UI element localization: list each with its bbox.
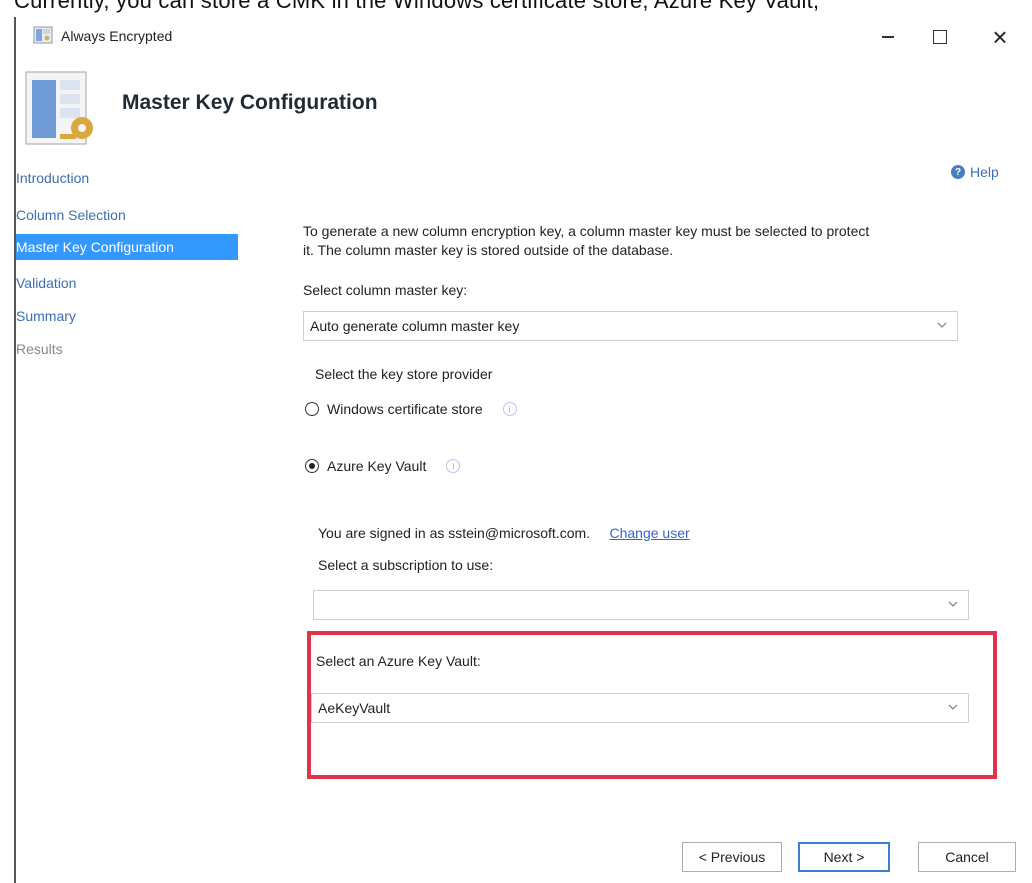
info-icon[interactable]: i bbox=[446, 459, 461, 473]
description-text: To generate a new column encryption key,… bbox=[303, 222, 1023, 260]
nav-item-label: Introduction bbox=[16, 170, 90, 186]
radio-button[interactable] bbox=[305, 402, 319, 416]
title-bar: Always Encrypted × bbox=[16, 17, 1032, 57]
provider-label: Select the key store provider bbox=[315, 366, 493, 382]
window-title: Always Encrypted bbox=[61, 28, 173, 44]
radio-button-selected[interactable] bbox=[305, 459, 319, 473]
nav-item-label: Validation bbox=[16, 275, 77, 291]
wizard-key-icon bbox=[25, 71, 93, 145]
cmk-select[interactable]: Auto generate column master key bbox=[303, 311, 958, 341]
description-line-1: To generate a new column encryption key,… bbox=[303, 223, 870, 239]
nav-item-validation[interactable]: Validation bbox=[16, 270, 238, 296]
close-icon: × bbox=[992, 21, 1008, 52]
radio-label: Azure Key Vault bbox=[327, 458, 427, 474]
nav-item-label: Summary bbox=[16, 308, 76, 324]
minimize-button[interactable] bbox=[866, 17, 910, 57]
vault-select-value: AeKeyVault bbox=[318, 700, 391, 716]
help-label: Help bbox=[970, 164, 999, 180]
nav-item-introduction[interactable]: Introduction bbox=[16, 165, 238, 191]
app-icon bbox=[33, 26, 53, 44]
nav-item-master-key-configuration[interactable]: Master Key Configuration bbox=[16, 234, 238, 260]
next-button[interactable]: Next > bbox=[798, 842, 890, 872]
radio-azure-key-vault[interactable]: Azure Key Vault i bbox=[305, 458, 461, 474]
chevron-down-icon bbox=[948, 601, 958, 607]
vault-select[interactable]: AeKeyVault bbox=[311, 693, 969, 723]
help-icon: ? bbox=[951, 165, 965, 179]
wizard-window: Always Encrypted × Master Key Configurat… bbox=[14, 17, 1032, 883]
chevron-down-icon bbox=[937, 322, 947, 328]
caption-text: Currently, you can store a CMK in the Wi… bbox=[14, 0, 820, 13]
subscription-select[interactable] bbox=[313, 590, 969, 620]
previous-button[interactable]: < Previous bbox=[682, 842, 782, 872]
nav-item-summary[interactable]: Summary bbox=[16, 303, 238, 329]
info-icon[interactable]: i bbox=[502, 402, 517, 416]
maximize-button[interactable] bbox=[918, 17, 962, 57]
signed-in-row: You are signed in as sstein@microsoft.co… bbox=[318, 525, 690, 541]
description-line-2: it. The column master key is stored outs… bbox=[303, 242, 674, 258]
close-button[interactable]: × bbox=[978, 17, 1022, 57]
signed-in-text: You are signed in as sstein@microsoft.co… bbox=[318, 525, 591, 541]
help-link[interactable]: ? Help bbox=[951, 164, 999, 180]
cancel-button[interactable]: Cancel bbox=[918, 842, 1016, 872]
change-user-link[interactable]: Change user bbox=[610, 525, 690, 541]
nav-item-label: Column Selection bbox=[16, 207, 126, 223]
nav-item-label: Results bbox=[16, 341, 63, 357]
page-title: Master Key Configuration bbox=[122, 91, 378, 114]
nav-item-column-selection[interactable]: Column Selection bbox=[16, 202, 238, 228]
cmk-label: Select column master key: bbox=[303, 282, 468, 298]
radio-label: Windows certificate store bbox=[327, 401, 483, 417]
page-caption-fragment: Currently, you can store a CMK in the Wi… bbox=[0, 0, 1032, 17]
vault-label: Select an Azure Key Vault: bbox=[316, 653, 481, 669]
nav-item-results: Results bbox=[16, 336, 238, 362]
chevron-down-icon bbox=[948, 704, 958, 710]
maximize-icon bbox=[933, 30, 947, 44]
radio-windows-certificate-store[interactable]: Windows certificate store i bbox=[305, 401, 517, 417]
minimize-icon bbox=[882, 36, 894, 38]
nav-item-label: Master Key Configuration bbox=[16, 239, 174, 255]
subscription-label: Select a subscription to use: bbox=[318, 557, 494, 573]
cmk-select-value: Auto generate column master key bbox=[310, 318, 520, 334]
